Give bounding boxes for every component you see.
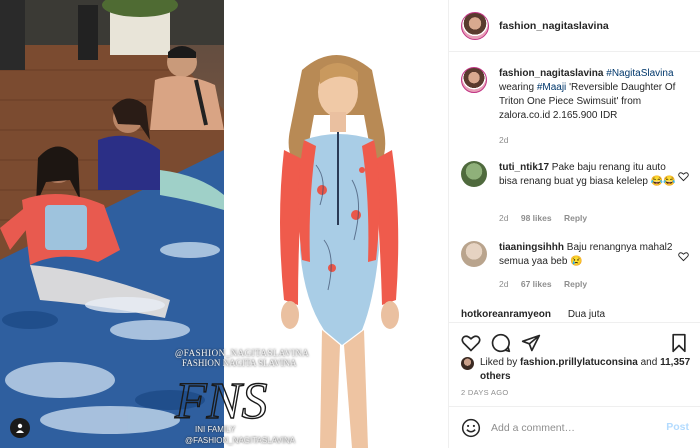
watermark-handle: @FASHION_NAGITASLAVINA <box>175 348 310 358</box>
bookmark-icon[interactable] <box>669 333 689 353</box>
add-comment-bar: Post <box>449 406 700 448</box>
comment-likes[interactable]: 67 likes <box>521 279 552 289</box>
post-header: fashion_nagitaslavina <box>449 0 700 52</box>
comment-reply-button[interactable]: Reply <box>564 279 587 289</box>
caption-hashtag-maaji[interactable]: #Maaji <box>537 82 566 93</box>
comment-time: 2d <box>499 213 509 223</box>
caption-username[interactable]: fashion_nagitaslavina <box>499 68 603 79</box>
comment-body: tuti_ntik17 Pake baju renang itu auto bi… <box>499 161 679 189</box>
comment-reply-button[interactable]: Reply <box>564 213 587 223</box>
post-media[interactable]: @FASHION_NAGITASLAVINA FASHION NAGITA SL… <box>0 0 448 448</box>
fns-logo-icon: FNS <box>173 372 268 430</box>
likes-prefix: Liked by <box>480 357 518 368</box>
comment-heart-icon[interactable] <box>678 251 689 262</box>
comment-username[interactable]: tuti_ntik17 <box>499 162 549 173</box>
post-comment-button[interactable]: Post <box>666 421 689 433</box>
post-date[interactable]: 2 DAYS AGO <box>461 388 508 397</box>
comment-icon[interactable] <box>491 333 511 353</box>
emoji-icon[interactable] <box>461 418 481 438</box>
likes-text: Liked by fashion.prillylatuconsina and 1… <box>480 356 695 384</box>
liked-by-user[interactable]: fashion.prillylatuconsina <box>520 357 638 368</box>
avatar[interactable] <box>461 11 489 40</box>
share-icon[interactable] <box>521 333 541 353</box>
post-sidebar: fashion_nagitaslavina fashion_nagitaslav… <box>448 0 700 448</box>
comment-body: tiaaningsihhh Baju renangnya mahal2 semu… <box>499 241 679 269</box>
caption-avatar[interactable] <box>461 67 487 93</box>
heart-icon[interactable] <box>461 333 481 353</box>
liked-by-avatar[interactable] <box>461 357 474 370</box>
comment-meta: 2d 98 likes Reply <box>499 213 587 223</box>
caption-body: fashion_nagitaslavina #NagitaSlavina wea… <box>499 67 679 123</box>
comment-avatar[interactable] <box>461 241 487 267</box>
comment-heart-icon[interactable] <box>678 171 689 182</box>
likes-and: and <box>640 357 658 368</box>
user-tag-button[interactable] <box>10 418 30 438</box>
fns-logo-text: FNS <box>174 373 267 430</box>
comments-list[interactable]: fashion_nagitaslavina #NagitaSlavina wea… <box>449 53 700 321</box>
caption-hashtag-nagita[interactable]: #NagitaSlavina <box>606 68 673 79</box>
comment-avatar[interactable] <box>461 161 487 187</box>
comment-time: 2d <box>499 279 509 289</box>
comment-username[interactable]: hotkoreanramyeon <box>461 309 551 320</box>
watermark-handle-bottom: @FASHION_NAGITASLAVINA <box>185 436 296 445</box>
comment-text: Dua juta <box>567 309 606 320</box>
caption-text-wearing: wearing <box>499 82 535 93</box>
caption-time: 2d <box>499 135 509 145</box>
comment-body: hotkoreanramyeon Dua juta <box>461 308 693 321</box>
comment-input[interactable] <box>491 419 651 437</box>
header-username[interactable]: fashion_nagitaslavina <box>499 20 609 32</box>
user-tag-icon <box>16 423 24 433</box>
comment-username[interactable]: tiaaningsihhh <box>499 242 564 253</box>
comment-likes[interactable]: 98 likes <box>521 213 552 223</box>
comment-meta: 2d 67 likes Reply <box>499 279 587 289</box>
watermark-family: INI FAMILY <box>195 425 236 434</box>
